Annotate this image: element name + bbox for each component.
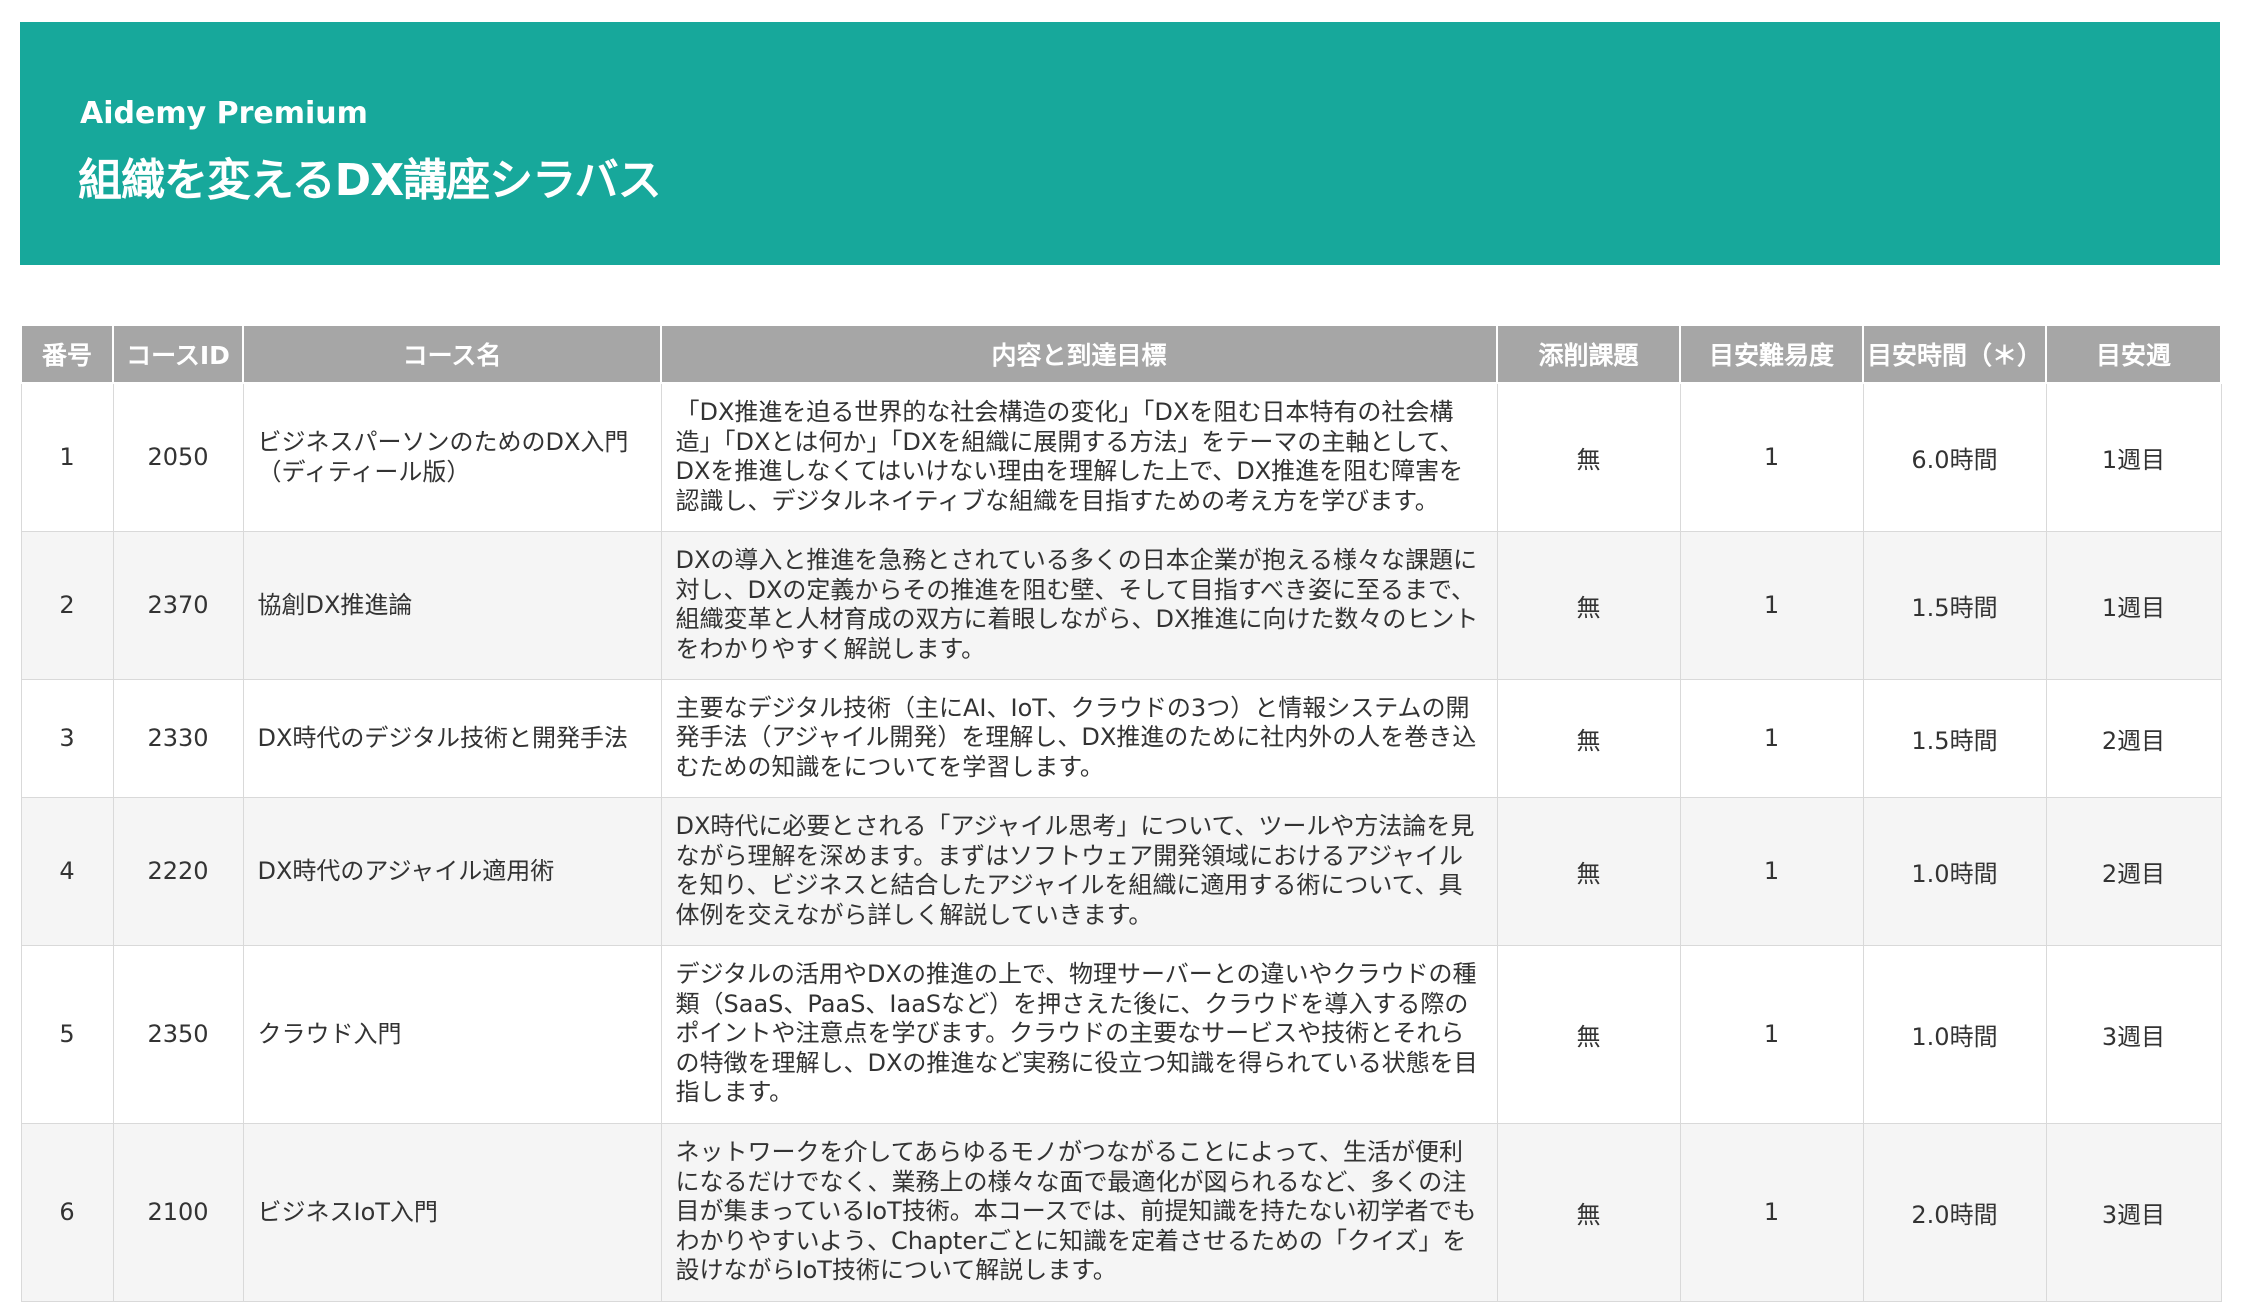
cell-course-name: クラウド入門 <box>242 944 662 1124</box>
cell-course-name: ビジネスパーソンのためのDX入門（ディティール版） <box>242 382 662 532</box>
cell-hours: 2.0時間 <box>1862 1122 2047 1302</box>
cell-week: 2週目 <box>2045 796 2222 946</box>
cell-week: 3週目 <box>2045 1122 2222 1302</box>
cell-week: 1週目 <box>2045 382 2222 532</box>
column-header-number: 番号 <box>20 326 114 384</box>
cell-description: DX時代に必要とされる「アジャイル思考」について、ツールや方法論を見ながら理解を… <box>660 796 1498 946</box>
cell-difficulty: 1 <box>1679 678 1864 798</box>
column-header-assignment: 添削課題 <box>1496 326 1681 384</box>
cell-hours: 1.5時間 <box>1862 530 2047 680</box>
cell-assignment: 無 <box>1496 944 1681 1124</box>
cell-number: 6 <box>20 1122 114 1302</box>
table-row: 2 2370 協創DX推進論 DXの導入と推進を急務とされている多くの日本企業が… <box>20 530 2222 680</box>
cell-assignment: 無 <box>1496 796 1681 946</box>
page-title: 組織を変えるDX講座シラバス <box>78 155 662 206</box>
cell-number: 1 <box>20 382 114 532</box>
cell-hours: 1.5時間 <box>1862 678 2047 798</box>
cell-course-name: 協創DX推進論 <box>242 530 662 680</box>
cell-difficulty: 1 <box>1679 944 1864 1124</box>
cell-difficulty: 1 <box>1679 796 1864 946</box>
cell-assignment: 無 <box>1496 1122 1681 1302</box>
cell-course-id: 2350 <box>112 944 244 1124</box>
cell-description: 主要なデジタル技術（主にAI、IoT、クラウドの3つ）と情報システムの開発手法（… <box>660 678 1498 798</box>
cell-week: 3週目 <box>2045 944 2222 1124</box>
cell-difficulty: 1 <box>1679 530 1864 680</box>
table-row: 5 2350 クラウド入門 デジタルの活用やDXの推進の上で、物理サーバーとの違… <box>20 944 2222 1124</box>
table-header-row: 番号 コースID コース名 内容と到達目標 添削課題 目安難易度 目安時間（＊）… <box>20 326 2222 384</box>
column-header-course-id: コースID <box>112 326 244 384</box>
cell-course-id: 2050 <box>112 382 244 532</box>
cell-course-id: 2220 <box>112 796 244 946</box>
column-header-description: 内容と到達目標 <box>660 326 1498 384</box>
cell-number: 2 <box>20 530 114 680</box>
cell-description: DXの導入と推進を急務とされている多くの日本企業が抱える様々な課題に対し、DXの… <box>660 530 1498 680</box>
cell-number: 4 <box>20 796 114 946</box>
column-header-hours: 目安時間（＊） <box>1862 326 2047 384</box>
column-header-course-name: コース名 <box>242 326 662 384</box>
column-header-difficulty: 目安難易度 <box>1679 326 1864 384</box>
page-header: Aidemy Premium 組織を変えるDX講座シラバス <box>20 22 2220 265</box>
cell-description: デジタルの活用やDXの推進の上で、物理サーバーとの違いやクラウドの種類（SaaS… <box>660 944 1498 1124</box>
cell-hours: 1.0時間 <box>1862 944 2047 1124</box>
cell-description: ネットワークを介してあらゆるモノがつながることによって、生活が便利になるだけでな… <box>660 1122 1498 1302</box>
table-row: 3 2330 DX時代のデジタル技術と開発手法 主要なデジタル技術（主にAI、I… <box>20 678 2222 798</box>
table-row: 1 2050 ビジネスパーソンのためのDX入門（ディティール版） 「DX推進を迫… <box>20 382 2222 532</box>
cell-week: 2週目 <box>2045 678 2222 798</box>
cell-number: 5 <box>20 944 114 1124</box>
cell-difficulty: 1 <box>1679 1122 1864 1302</box>
table-row: 4 2220 DX時代のアジャイル適用術 DX時代に必要とされる「アジャイル思考… <box>20 796 2222 946</box>
cell-course-name: DX時代のデジタル技術と開発手法 <box>242 678 662 798</box>
cell-description: 「DX推進を迫る世界的な社会構造の変化」「DXを阻む日本特有の社会構造」「DXと… <box>660 382 1498 532</box>
cell-difficulty: 1 <box>1679 382 1864 532</box>
column-header-week: 目安週 <box>2045 326 2222 384</box>
cell-assignment: 無 <box>1496 382 1681 532</box>
cell-course-id: 2370 <box>112 530 244 680</box>
cell-course-id: 2330 <box>112 678 244 798</box>
syllabus-table: 番号 コースID コース名 内容と到達目標 添削課題 目安難易度 目安時間（＊）… <box>20 326 2222 1302</box>
cell-week: 1週目 <box>2045 530 2222 680</box>
cell-assignment: 無 <box>1496 678 1681 798</box>
cell-assignment: 無 <box>1496 530 1681 680</box>
cell-hours: 1.0時間 <box>1862 796 2047 946</box>
cell-number: 3 <box>20 678 114 798</box>
brand-name: Aidemy Premium <box>80 96 368 131</box>
cell-course-id: 2100 <box>112 1122 244 1302</box>
cell-course-name: ビジネスIoT入門 <box>242 1122 662 1302</box>
cell-hours: 6.0時間 <box>1862 382 2047 532</box>
cell-course-name: DX時代のアジャイル適用術 <box>242 796 662 946</box>
table-row: 6 2100 ビジネスIoT入門 ネットワークを介してあらゆるモノがつながること… <box>20 1122 2222 1302</box>
